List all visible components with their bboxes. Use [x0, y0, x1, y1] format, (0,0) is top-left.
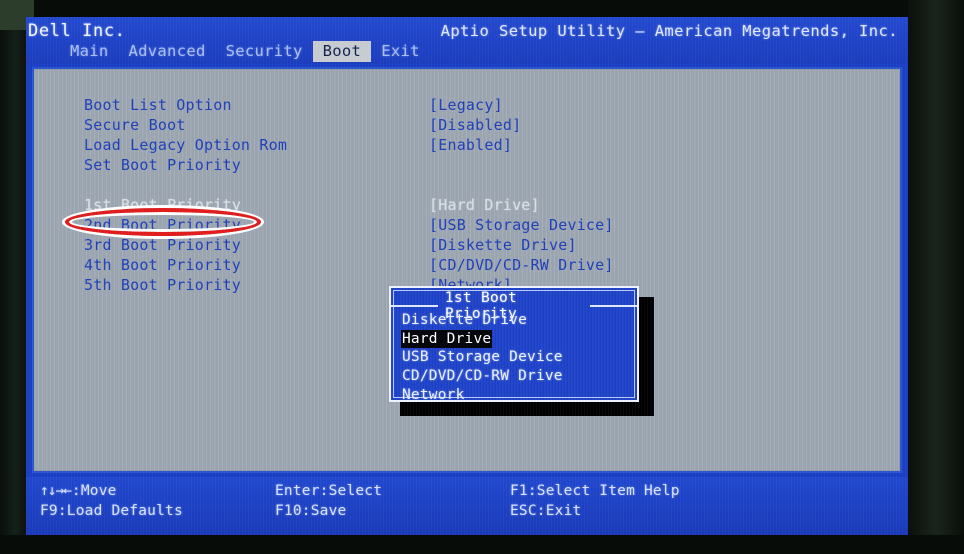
setting-row[interactable]: 2nd Boot Priority[USB Storage Device] [84, 215, 644, 235]
footer-help-text: F10:Save [275, 503, 346, 519]
footer-help-item: F1:Select Item Help [510, 483, 810, 499]
footer-columns: ↑↓→←:Move F9:Load Defaults Enter:Select F1… [40, 483, 908, 519]
setting-value[interactable]: [Hard Drive] [429, 196, 540, 214]
bezel-top [0, 0, 964, 17]
setting-value[interactable]: [Disabled] [429, 116, 521, 134]
popup-option[interactable]: USB Storage Device [401, 348, 564, 367]
setting-row[interactable]: Load Legacy Option Rom[Enabled] [84, 135, 644, 155]
bios-setup-screen: Dell Inc. Aptio Setup Utility – American… [26, 17, 908, 535]
footer-help-item: Enter:Select [275, 483, 510, 499]
setting-label: 3rd Boot Priority [84, 236, 429, 254]
popup-option[interactable]: Hard Drive [401, 330, 492, 349]
popup-option-row: Hard Drive [401, 330, 629, 349]
popup-title-dash-right [590, 305, 637, 307]
menu-tab-exit[interactable]: Exit [371, 41, 430, 62]
bezel-right [908, 0, 964, 554]
footer-column-2: Enter:Select F10:Save [275, 483, 510, 519]
footer-help-text: ESC:Exit [510, 503, 581, 519]
popup-option[interactable]: Diskette Drive [401, 311, 528, 330]
settings-spacer [84, 175, 644, 195]
setting-value[interactable]: [CD/DVD/CD-RW Drive] [429, 256, 614, 274]
footer-help-text: :Move [72, 483, 117, 499]
bezel-left [0, 0, 26, 554]
setting-row[interactable]: Set Boot Priority [84, 155, 644, 175]
bios-footer-help: ↑↓→←:Move F9:Load Defaults Enter:Select F1… [26, 477, 908, 535]
setting-label: Load Legacy Option Rom [84, 136, 429, 154]
setting-row[interactable]: Secure Boot[Disabled] [84, 115, 644, 135]
utility-title: Aptio Setup Utility – American Megatrend… [441, 22, 898, 40]
setting-value[interactable]: [Diskette Drive] [429, 236, 577, 254]
setting-label: 1st Boot Priority [84, 196, 429, 214]
popup-option-row: Network [401, 385, 629, 404]
footer-column-3: F1:Select Item Help ESC:Exit [510, 483, 810, 519]
footer-help-item: F10:Save [275, 503, 510, 519]
menu-tab-boot[interactable]: Boot [313, 41, 372, 62]
setting-label: Set Boot Priority [84, 156, 429, 174]
menu-tab-bar: MainAdvancedSecurityBootExit [60, 41, 430, 62]
footer-help-text: F1:Select Item Help [510, 483, 680, 499]
bios-header: Dell Inc. Aptio Setup Utility – American… [26, 17, 908, 64]
settings-panel: Boot List Option[Legacy]Secure Boot[Disa… [32, 67, 902, 473]
popup-option-row: USB Storage Device [401, 348, 629, 367]
vendor-name: Dell Inc. [28, 21, 126, 41]
menu-tab-main[interactable]: Main [60, 41, 119, 62]
footer-help-item: ESC:Exit [510, 503, 810, 519]
setting-label: 2nd Boot Priority [84, 216, 429, 234]
setting-row[interactable]: 1st Boot Priority[Hard Drive] [84, 195, 644, 215]
popup-option-list: Diskette DriveHard DriveUSB Storage Devi… [401, 311, 629, 404]
footer-column-1: ↑↓→←:Move F9:Load Defaults [40, 483, 275, 519]
screenshot-root: Dell Inc. Aptio Setup Utility – American… [0, 0, 964, 554]
popup-option[interactable]: CD/DVD/CD-RW Drive [401, 367, 564, 386]
setting-value[interactable]: [USB Storage Device] [429, 216, 614, 234]
footer-help-item: ↑↓→←:Move [40, 483, 275, 499]
footer-help-text: Enter:Select [275, 483, 382, 499]
setting-row[interactable]: 4th Boot Priority[CD/DVD/CD-RW Drive] [84, 255, 644, 275]
popup-option-row: CD/DVD/CD-RW Drive [401, 367, 629, 386]
setting-row[interactable]: 3rd Boot Priority[Diskette Drive] [84, 235, 644, 255]
popup-option-row: Diskette Drive [401, 311, 629, 330]
footer-help-text: F9:Load Defaults [40, 503, 183, 519]
arrow-keys-icon: ↑↓→← [40, 483, 71, 499]
setting-value[interactable]: [Legacy] [429, 96, 503, 114]
bezel-bottom [0, 535, 964, 554]
setting-row[interactable]: Boot List Option[Legacy] [84, 95, 644, 115]
menu-tab-security[interactable]: Security [216, 41, 313, 62]
boot-priority-popup[interactable]: 1st Boot Priority Diskette DriveHard Dri… [389, 286, 639, 402]
settings-list: Boot List Option[Legacy]Secure Boot[Disa… [84, 95, 644, 295]
setting-label: Secure Boot [84, 116, 429, 134]
setting-label: 5th Boot Priority [84, 276, 429, 294]
setting-label: 4th Boot Priority [84, 256, 429, 274]
popup-option[interactable]: Network [401, 385, 466, 404]
setting-value[interactable]: [Enabled] [429, 136, 512, 154]
popup-title-dash-left [391, 305, 438, 307]
menu-tab-advanced[interactable]: Advanced [119, 41, 216, 62]
footer-help-item: F9:Load Defaults [40, 503, 275, 519]
setting-label: Boot List Option [84, 96, 429, 114]
